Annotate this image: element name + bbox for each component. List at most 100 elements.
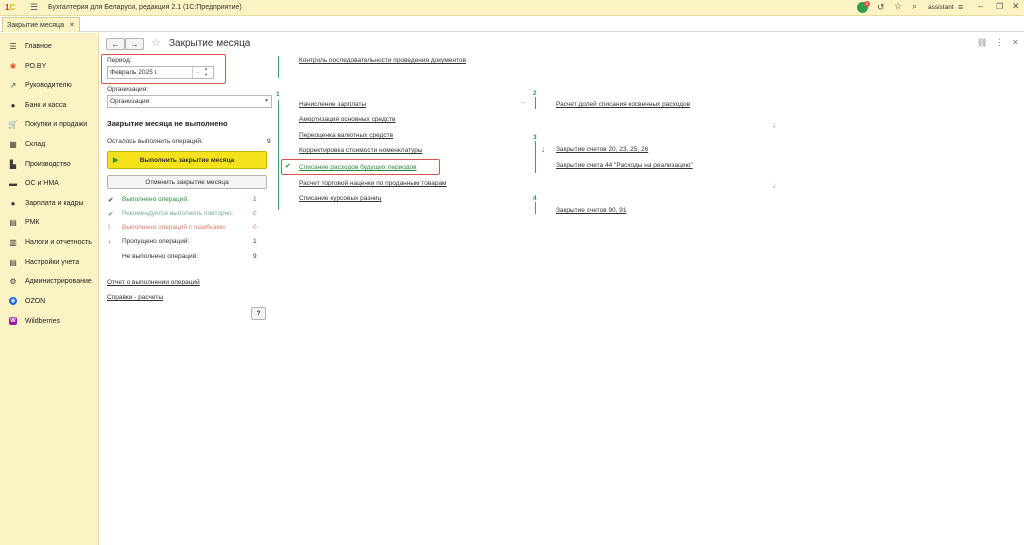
more-menu-icon[interactable]: ⋮	[995, 37, 1004, 48]
sidebar-item-8[interactable]: ▬ ОС и НМА	[0, 174, 99, 192]
stat-label: Не выполнено операций:	[122, 253, 199, 260]
settings-menu-icon[interactable]: ≡	[958, 2, 963, 12]
period-highlight	[101, 54, 226, 84]
arrow-down-icon-2: ↓	[772, 181, 776, 190]
sidebar: ☰ Главное ✱ РО.BY ↗ Руководителю ● Банк и касса…	[0, 33, 99, 545]
group-line-1b	[278, 100, 279, 210]
status-heading: Закрытие месяца не выполнено	[107, 119, 228, 128]
close-tab-icon[interactable]: ✕	[69, 21, 75, 29]
sidebar-item-label: РМК	[25, 218, 40, 226]
close-window-icon[interactable]: ✕	[1012, 1, 1020, 12]
minimize-icon[interactable]: –	[978, 1, 983, 11]
sidebar-item-label: OZON	[25, 297, 46, 305]
remaining-count: 9	[267, 138, 271, 145]
group-number-3: 3	[533, 134, 537, 141]
restore-icon[interactable]: ❐	[996, 2, 1003, 11]
link-icon[interactable]: ⛓	[977, 38, 987, 47]
app-logo: 1С	[5, 3, 16, 12]
error-icon: !	[108, 224, 111, 231]
op-exchange-differences[interactable]: Списание курсовых разниц	[299, 195, 381, 202]
sidebar-item-7[interactable]: ▙ Производство	[0, 155, 99, 173]
sidebar-item-label: Администрирование	[25, 277, 92, 285]
sidebar-item-11[interactable]: ▥ Налоги и отчетность	[0, 233, 99, 251]
search-icon[interactable]: ⌕	[912, 1, 917, 12]
window-title: Бухгалтерия для Беларуси, редакция 2.1 (…	[48, 4, 242, 11]
stat-count: 1	[253, 238, 257, 245]
sidebar-item-15[interactable]: W Wildberries	[0, 312, 99, 330]
main-menu-icon[interactable]: ☰	[30, 3, 38, 12]
factory-icon: ▙	[9, 159, 17, 169]
op-payroll[interactable]: Начисление зарплаты	[299, 101, 366, 108]
report-link[interactable]: Отчет о выполнении операций	[107, 279, 200, 286]
title-bar: 1С ☰ Бухгалтерия для Беларуси, редакция …	[0, 0, 1024, 16]
cart-icon: 🛒	[8, 119, 18, 129]
truck-icon: ▬	[9, 178, 17, 188]
sidebar-item-label: Главное	[25, 42, 52, 50]
sidebar-item-label: ОС и НМА	[25, 179, 59, 187]
arrow-right-icon: →	[519, 99, 526, 106]
group-line-4	[535, 202, 536, 214]
person-icon: ●	[10, 198, 16, 208]
sidebar-item-6[interactable]: ▦ Склад	[0, 135, 99, 153]
stat-count: 9	[253, 253, 257, 260]
repeat-check-icon: ✔	[108, 211, 114, 218]
close-form-icon[interactable]: ✕	[1012, 38, 1019, 47]
org-select[interactable]: Организация ▼	[107, 95, 272, 108]
sidebar-item-9[interactable]: ● Зарплата и кадры	[0, 194, 99, 212]
sidebar-item-label: Склад	[25, 140, 46, 148]
op-trade-markup[interactable]: Расчет торговой наценки по проданным тов…	[299, 180, 447, 187]
history-icon[interactable]: ↺	[877, 2, 885, 13]
stat-label: Рекомендуется выполнить повторно:	[122, 210, 234, 217]
sidebar-item-label: Настройки учета	[25, 258, 80, 266]
register-icon: ▤	[9, 217, 17, 227]
done-check-icon: ✔	[108, 197, 114, 204]
run-closing-button[interactable]: ▶ Выполнить закрытие месяца	[107, 151, 267, 169]
sidebar-item-5[interactable]: 🛒 Покупки и продажи	[0, 115, 99, 133]
sidebar-item-12[interactable]: ▤ Настройки учета	[0, 253, 99, 271]
back-button[interactable]: ←	[106, 38, 125, 50]
favorites-icon[interactable]: ☆	[894, 1, 902, 12]
sidebar-item-label: Руководителю	[25, 81, 72, 89]
org-label: Организация:	[107, 86, 149, 93]
calc-link[interactable]: Справки - расчеты	[107, 294, 163, 301]
group-number-1: 1	[276, 91, 280, 98]
chevron-down-icon[interactable]: ▼	[264, 98, 269, 104]
op-close-account-44[interactable]: Закрытие счета 44 "Расходы на реализацию…	[556, 162, 693, 169]
skipped-arrow-icon: ↓	[541, 145, 545, 154]
sidebar-item-label: Банк и касса	[25, 101, 67, 109]
help-button[interactable]: ?	[251, 307, 266, 320]
gear-icon: ⚙	[9, 276, 17, 286]
sidebar-item-14[interactable]: ◉ OZON	[0, 292, 99, 310]
settings-doc-icon: ▤	[9, 257, 17, 267]
stat-count: 1	[253, 196, 257, 203]
sidebar-item-13[interactable]: ⚙ Администрирование	[0, 272, 99, 290]
group-number-4: 4	[533, 195, 537, 202]
tab-bar: Закрытие месяца ✕	[0, 16, 1024, 32]
menu-lines-icon: ☰	[9, 41, 17, 51]
sidebar-item-label: Зарплата и кадры	[25, 199, 84, 207]
help-label: ?	[256, 310, 261, 317]
sidebar-item-4[interactable]: ● Банк и касса	[0, 96, 99, 114]
cancel-closing-label: Отменить закрытие месяца	[145, 178, 229, 186]
op-cost-adjustment[interactable]: Корректировка стоимости номенклатуры	[299, 147, 423, 154]
favorite-star-icon[interactable]: ☆	[151, 36, 161, 49]
wildberries-icon: W	[9, 317, 17, 325]
sidebar-item-3[interactable]: ↗ Руководителю	[0, 76, 99, 94]
op-depreciation[interactable]: Амортизация основных средств	[299, 116, 395, 123]
op-close-accounts-20-26[interactable]: Закрытие счетов 20, 23, 25, 26	[556, 146, 648, 153]
sidebar-item-2[interactable]: ✱ РО.BY	[0, 57, 99, 75]
op-close-accounts-90-91[interactable]: Закрытие счетов 90, 91	[556, 207, 627, 214]
cancel-closing-button[interactable]: Отменить закрытие месяца	[107, 175, 267, 189]
group-line-1a	[278, 56, 279, 78]
sidebar-item-label: Налоги и отчетность	[25, 238, 92, 246]
sidebar-item-1[interactable]: ☰ Главное	[0, 37, 99, 55]
op-document-sequence[interactable]: Контроль последовательности проведения д…	[299, 57, 466, 64]
user-name[interactable]: assistant	[928, 4, 954, 11]
tab-month-closing[interactable]: Закрытие месяца ✕	[2, 17, 80, 32]
stat-count: 0	[253, 210, 257, 217]
report-icon: ▥	[9, 237, 17, 247]
op-currency-revaluation[interactable]: Переоценка валютных средств	[299, 132, 393, 139]
sidebar-item-10[interactable]: ▤ РМК	[0, 213, 99, 231]
op-indirect-costs[interactable]: Расчет долей списания косвенных расходов	[556, 101, 690, 108]
forward-button[interactable]: →	[125, 38, 144, 50]
